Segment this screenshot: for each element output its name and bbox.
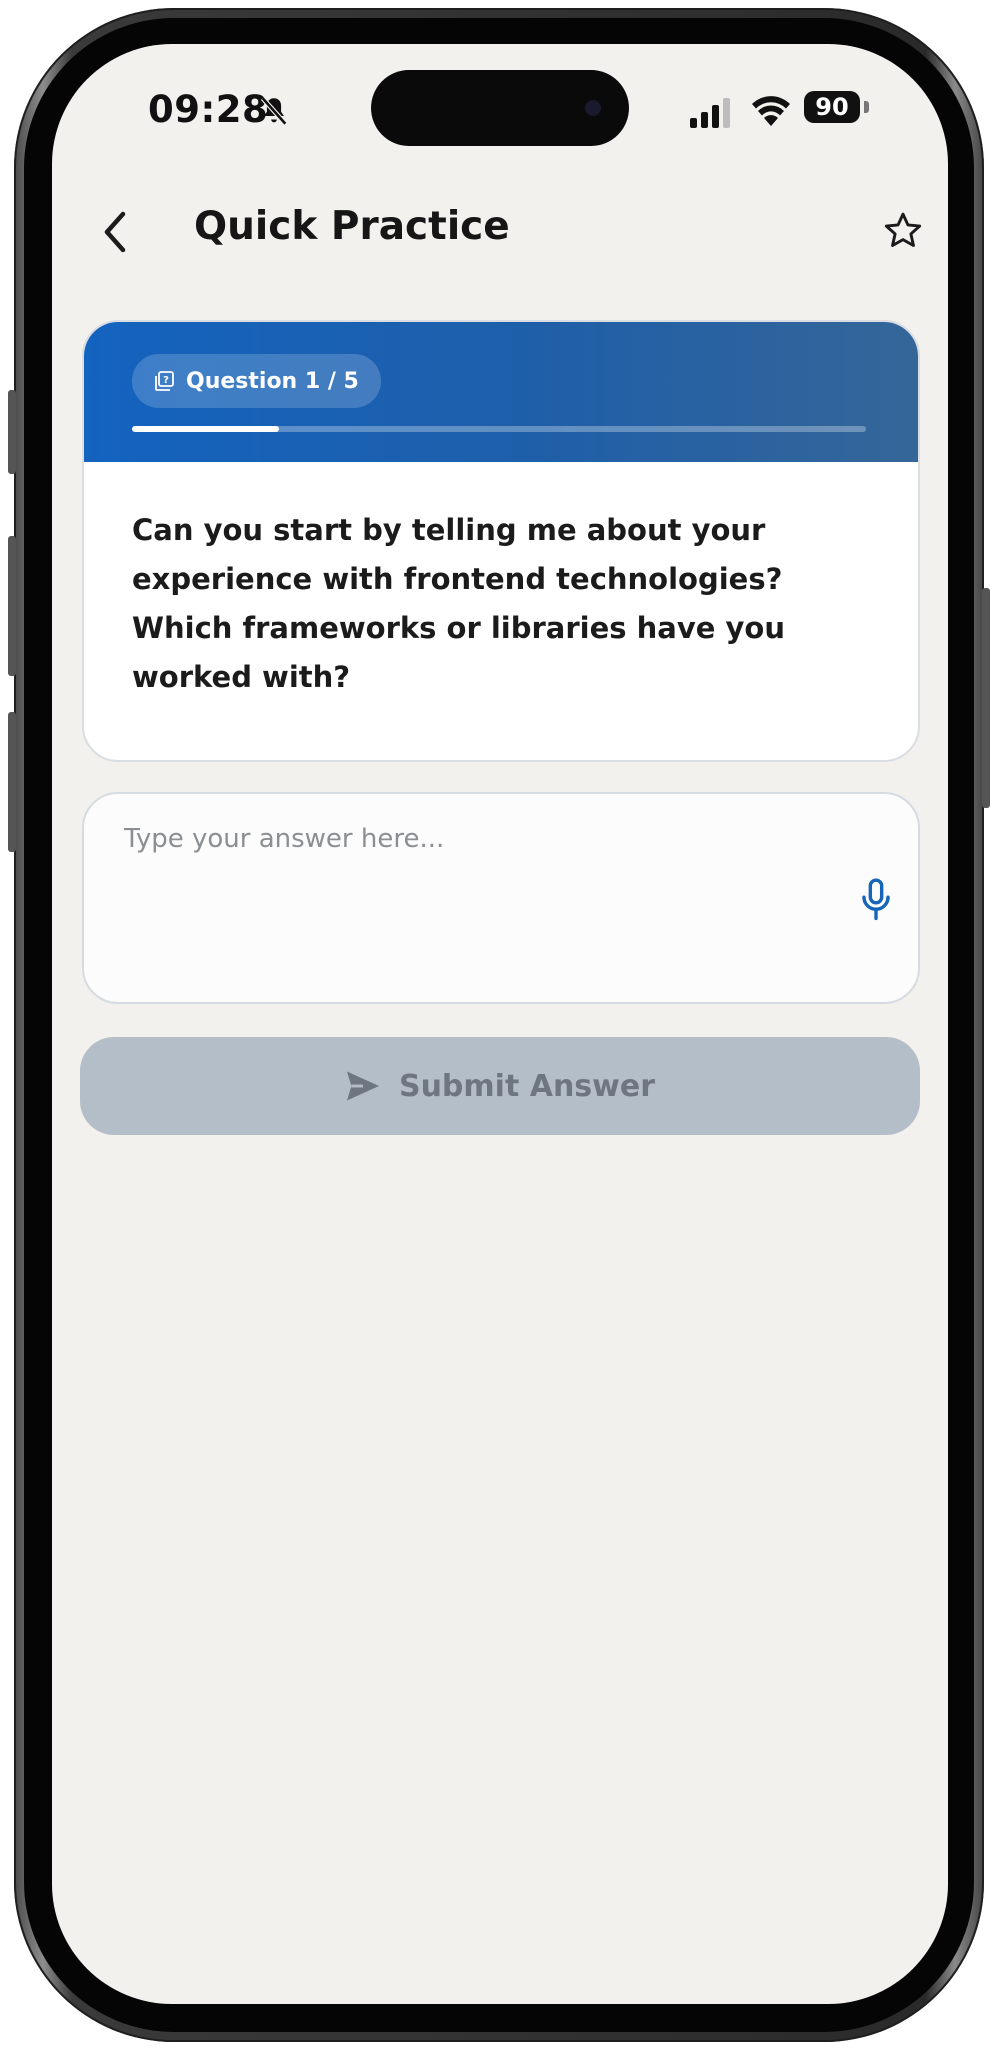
page-title: Quick Practice (194, 204, 510, 249)
submit-answer-button[interactable]: Submit Answer (80, 1037, 920, 1135)
status-time: 09:28 (148, 88, 269, 131)
microphone-button[interactable] (854, 874, 898, 926)
question-progress-bar (132, 426, 866, 432)
question-counter-label: Question 1 / 5 (186, 368, 359, 394)
cellular-signal-icon (690, 98, 730, 128)
answer-input[interactable] (122, 822, 806, 976)
send-icon (346, 1071, 379, 1101)
star-outline-icon (884, 212, 922, 247)
answer-box (82, 792, 920, 1004)
svg-text:?: ? (163, 375, 169, 386)
question-card: ? Question 1 / 5 Can you start by tellin… (82, 320, 920, 762)
bell-slash-icon (260, 96, 288, 126)
front-camera (585, 100, 601, 116)
battery-cap (864, 101, 869, 113)
power-button (982, 588, 990, 808)
volume-down-button (8, 712, 16, 852)
battery-level: 90 (815, 93, 849, 121)
back-button[interactable] (88, 204, 144, 260)
favorite-button[interactable] (876, 204, 930, 258)
action-button (8, 390, 16, 474)
dynamic-island (371, 70, 629, 146)
wifi-icon (752, 96, 790, 126)
question-progress-fill (132, 426, 279, 432)
submit-answer-label: Submit Answer (398, 1068, 656, 1104)
question-text: Can you start by telling me about your e… (132, 513, 785, 694)
volume-up-button (8, 536, 16, 676)
microphone-icon (862, 878, 890, 921)
screen: 09:28 90 Quick Practice ? Question 1 / 5… (52, 44, 948, 2004)
question-counter-badge: ? Question 1 / 5 (132, 354, 381, 408)
chevron-left-icon (104, 211, 126, 253)
question-card-header: ? Question 1 / 5 (84, 322, 918, 462)
question-copy-icon: ? (155, 371, 174, 391)
battery-icon: 90 (804, 91, 860, 123)
